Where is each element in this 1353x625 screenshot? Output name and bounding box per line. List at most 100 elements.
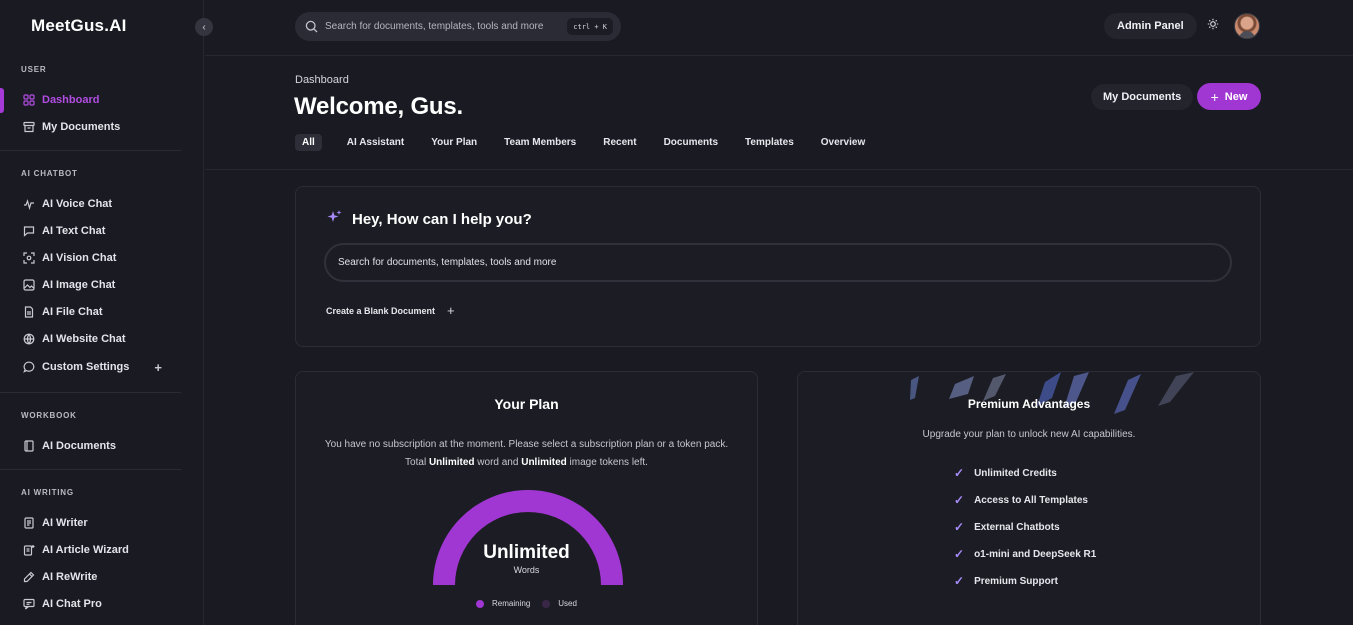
- my-documents-button[interactable]: My Documents: [1091, 84, 1194, 110]
- ai-assistant-card: Hey, How can I help you? Create a Blank …: [295, 186, 1261, 347]
- sidebar-item-ai-website-chat[interactable]: AI Website Chat: [0, 328, 190, 350]
- gauge-legend: Remaining Used: [296, 599, 757, 608]
- sidebar-item-label: AI Chat Pro: [42, 598, 102, 610]
- create-blank-document-label: Create a Blank Document: [326, 305, 436, 316]
- sidebar-divider: [0, 150, 181, 151]
- sidebar-item-ai-image-chat[interactable]: AI Image Chat: [0, 274, 190, 296]
- sidebar-item-label: AI Article Wizard: [42, 544, 129, 556]
- sidebar-item-label: AI File Chat: [42, 306, 103, 318]
- premium-advantages-card: Premium Advantages Upgrade your plan to …: [797, 371, 1261, 625]
- plan-desc-part: word and: [474, 457, 522, 468]
- image-icon: [22, 279, 35, 292]
- plan-desc-bold: Unlimited: [428, 457, 475, 468]
- plus-icon: +: [1210, 88, 1219, 105]
- plus-icon: +: [447, 303, 455, 318]
- scan-icon: [22, 252, 35, 265]
- book-icon: [22, 440, 35, 453]
- gauge-value: Unlimited: [483, 542, 570, 563]
- plan-description: You have no subscription at the moment. …: [322, 436, 731, 472]
- feature-label: External Chatbots: [974, 521, 1060, 533]
- tab-documents[interactable]: Documents: [657, 134, 725, 151]
- feature-label: Premium Support: [974, 575, 1058, 587]
- feature-item: ✓ o1-mini and DeepSeek R1: [954, 547, 1096, 561]
- legend-remaining: Remaining: [476, 599, 530, 608]
- sidebar-item-ai-vision-chat[interactable]: AI Vision Chat: [0, 247, 190, 269]
- new-button-label: New: [1224, 90, 1248, 103]
- sidebar-item-label: AI Website Chat: [42, 333, 126, 345]
- tab-team-members[interactable]: Team Members: [497, 134, 583, 151]
- plan-title: Your Plan: [494, 396, 559, 412]
- tab-ai-assistant[interactable]: AI Assistant: [340, 134, 411, 151]
- filter-tabs: All AI Assistant Your Plan Team Members …: [295, 133, 885, 151]
- assistant-title: Hey, How can I help you?: [352, 211, 532, 228]
- sidebar-item-ai-file-chat[interactable]: AI File Chat: [0, 301, 190, 323]
- sidebar-item-ai-article-wizard[interactable]: AI Article Wizard: [0, 539, 190, 561]
- sidebar-item-ai-writer[interactable]: AI Writer: [0, 512, 190, 534]
- feature-item: ✓ Premium Support: [954, 574, 1058, 588]
- section-label-ai-chatbot: AI CHATBOT: [21, 169, 78, 178]
- sidebar: MeetGus.AI USER Dashboard My Documents A…: [0, 0, 204, 625]
- sidebar-item-label: Custom Settings: [42, 361, 130, 373]
- assistant-search[interactable]: [324, 243, 1232, 282]
- sidebar-collapse-button[interactable]: ‹: [195, 18, 213, 36]
- new-button[interactable]: + New: [1197, 83, 1261, 110]
- sidebar-item-ai-text-chat[interactable]: AI Text Chat: [0, 220, 190, 242]
- waveform-icon: [22, 198, 35, 211]
- chat-pro-icon: [22, 598, 35, 611]
- legend-remaining-label: Remaining: [492, 599, 531, 608]
- sidebar-item-label: AI Vision Chat: [42, 252, 117, 264]
- tab-templates[interactable]: Templates: [738, 134, 801, 151]
- sidebar-item-custom-settings[interactable]: Custom Settings +: [0, 356, 190, 378]
- sidebar-item-label: Dashboard: [42, 94, 100, 106]
- your-plan-card: Your Plan You have no subscription at th…: [295, 371, 758, 625]
- feature-item: ✓ Access to All Templates: [954, 493, 1088, 507]
- header-divider: [205, 169, 1353, 170]
- archive-icon: [22, 121, 35, 134]
- tab-all[interactable]: All: [295, 133, 322, 151]
- global-search[interactable]: ctrl + K: [295, 12, 621, 41]
- sparkle-icon: [326, 209, 343, 230]
- tab-overview[interactable]: Overview: [814, 134, 872, 151]
- file-icon: [22, 306, 35, 319]
- sidebar-item-dashboard[interactable]: Dashboard: [0, 89, 190, 111]
- feature-label: o1-mini and DeepSeek R1: [974, 548, 1097, 560]
- assistant-heading: Hey, How can I help you?: [326, 209, 532, 230]
- sidebar-item-label: AI Voice Chat: [42, 198, 113, 210]
- feature-item: ✓ External Chatbots: [954, 520, 1060, 534]
- sidebar-item-ai-chat-pro[interactable]: AI Chat Pro: [0, 593, 190, 615]
- premium-subtitle: Upgrade your plan to unlock new AI capab…: [922, 429, 1136, 440]
- check-icon: ✓: [954, 520, 965, 534]
- globe-icon: [22, 333, 35, 346]
- tab-your-plan[interactable]: Your Plan: [424, 134, 484, 151]
- sidebar-divider: [0, 469, 181, 470]
- user-avatar[interactable]: [1234, 13, 1260, 39]
- assistant-search-input[interactable]: [338, 257, 1198, 268]
- page-title: Welcome, Gus.: [294, 93, 464, 120]
- sidebar-divider: [0, 392, 181, 393]
- feature-label: Access to All Templates: [974, 494, 1088, 506]
- theme-toggle-button[interactable]: [1204, 17, 1221, 34]
- legend-used: Used: [542, 599, 577, 608]
- global-search-input[interactable]: [325, 21, 555, 32]
- add-custom-icon[interactable]: +: [154, 360, 162, 375]
- brand-logo[interactable]: MeetGus.AI: [31, 16, 127, 36]
- sun-icon: [1207, 17, 1219, 35]
- breadcrumb: Dashboard: [295, 74, 349, 86]
- section-label-workbook: WORKBOOK: [21, 411, 77, 420]
- sidebar-item-label: My Documents: [42, 121, 121, 133]
- create-blank-document-button[interactable]: Create a Blank Document +: [326, 303, 455, 318]
- legend-dot-remaining: [476, 599, 485, 608]
- wizard-icon: [22, 544, 35, 557]
- sidebar-item-label: AI ReWrite: [42, 571, 98, 583]
- sidebar-item-my-documents[interactable]: My Documents: [0, 116, 190, 138]
- sidebar-item-ai-documents[interactable]: AI Documents: [0, 435, 190, 457]
- check-icon: ✓: [954, 466, 965, 480]
- premium-title: Premium Advantages: [967, 397, 1091, 411]
- pen-icon: [22, 571, 35, 584]
- tab-recent[interactable]: Recent: [596, 134, 643, 151]
- sidebar-item-ai-rewrite[interactable]: AI ReWrite: [0, 566, 190, 588]
- feature-item: ✓ Unlimited Credits: [954, 466, 1057, 480]
- message-circle-icon: [22, 361, 35, 374]
- sidebar-item-ai-voice-chat[interactable]: AI Voice Chat: [0, 193, 190, 215]
- admin-panel-button[interactable]: Admin Panel: [1104, 13, 1197, 39]
